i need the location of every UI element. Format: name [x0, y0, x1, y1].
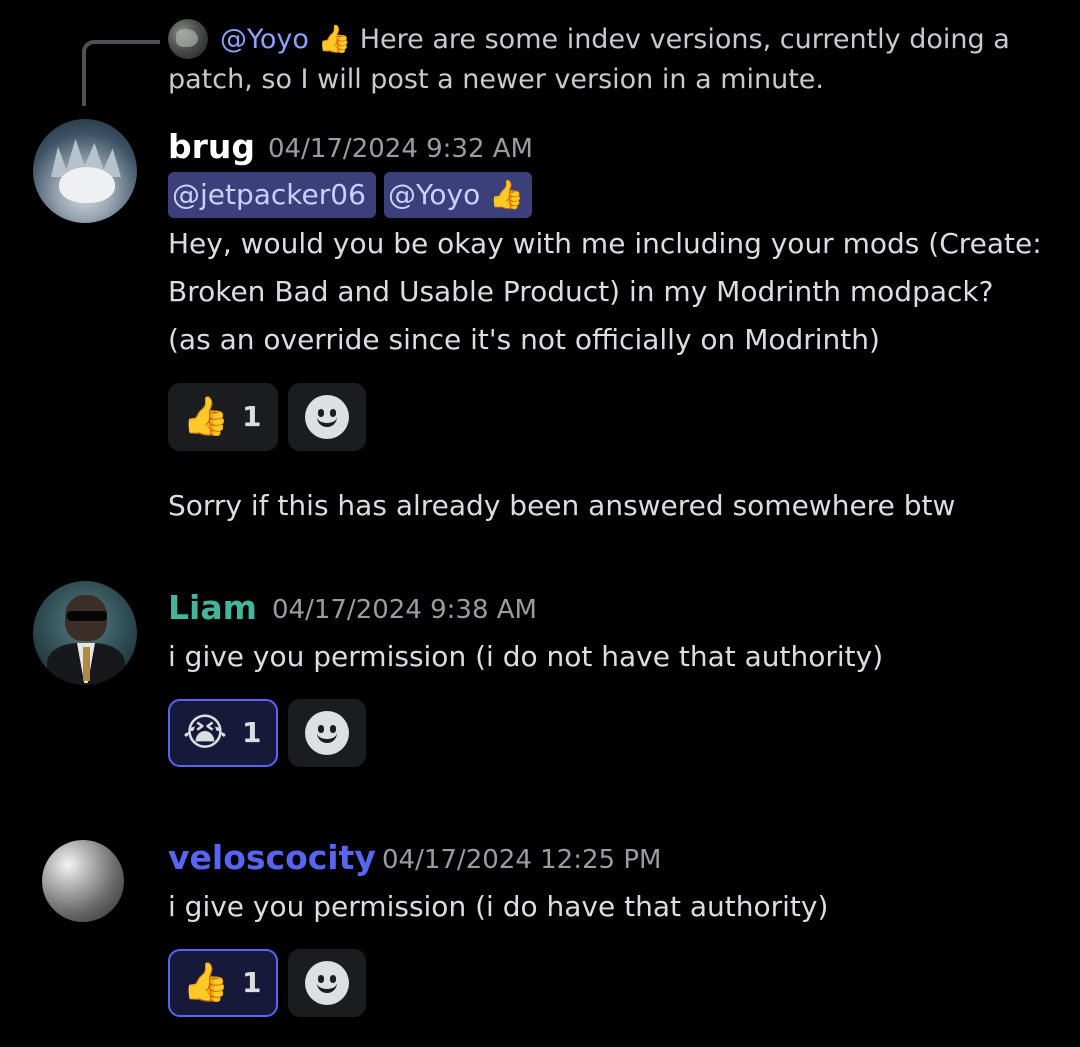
reaction-thumbs-up[interactable]: 👍 1: [168, 383, 278, 451]
reaction-sob[interactable]: 😭 1: [168, 699, 278, 767]
timestamp: 04/17/2024 9:32 AM: [268, 134, 533, 164]
timestamp: 04/17/2024 9:38 AM: [272, 595, 537, 625]
message-text: Sorry if this has already been answered …: [168, 489, 956, 522]
reaction-count: 1: [242, 716, 262, 749]
username-veloscocity[interactable]: veloscocity: [168, 838, 376, 878]
smiley-icon: [305, 711, 349, 755]
reply-mention[interactable]: @Yoyo: [220, 24, 309, 55]
sob-icon: 😭: [182, 710, 228, 754]
add-reaction-button[interactable]: [288, 949, 366, 1017]
reaction-count: 1: [242, 966, 262, 999]
reaction-count: 1: [242, 400, 262, 433]
message-line: Hey, would you be okay with me including…: [168, 227, 1042, 260]
mention-yoyo-label: @Yoyo: [388, 178, 481, 211]
avatar-liam[interactable]: [33, 581, 137, 685]
mention-jetpacker06[interactable]: @jetpacker06: [168, 172, 376, 218]
reply-mention-emoji: 👍: [317, 24, 352, 55]
message-text: i give you permission (i do not have tha…: [168, 640, 884, 673]
smiley-icon: [305, 395, 349, 439]
reply-connector: [82, 40, 160, 106]
smiley-icon: [305, 961, 349, 1005]
reply-preview[interactable]: @Yoyo 👍 Here are some indev versions, cu…: [168, 20, 1048, 100]
mention-yoyo-emoji: 👍: [489, 178, 524, 211]
add-reaction-button[interactable]: [288, 383, 366, 451]
mention-yoyo[interactable]: @Yoyo 👍: [384, 172, 532, 218]
timestamp: 04/17/2024 12:25 PM: [382, 845, 662, 875]
thumbs-up-icon: 👍: [182, 960, 230, 1004]
avatar-brug[interactable]: [33, 119, 137, 223]
reaction-thumbs-up[interactable]: 👍 1: [168, 949, 278, 1017]
username-brug[interactable]: brug: [168, 127, 255, 167]
avatar-veloscocity[interactable]: [42, 840, 124, 922]
message-line: (as an override since it's not officiall…: [168, 323, 880, 356]
message-line: Broken Bad and Usable Product) in my Mod…: [168, 275, 994, 308]
message-text: i give you permission (i do have that au…: [168, 890, 829, 923]
username-liam[interactable]: Liam: [168, 588, 257, 628]
thumbs-up-icon: 👍: [182, 394, 230, 438]
add-reaction-button[interactable]: [288, 699, 366, 767]
